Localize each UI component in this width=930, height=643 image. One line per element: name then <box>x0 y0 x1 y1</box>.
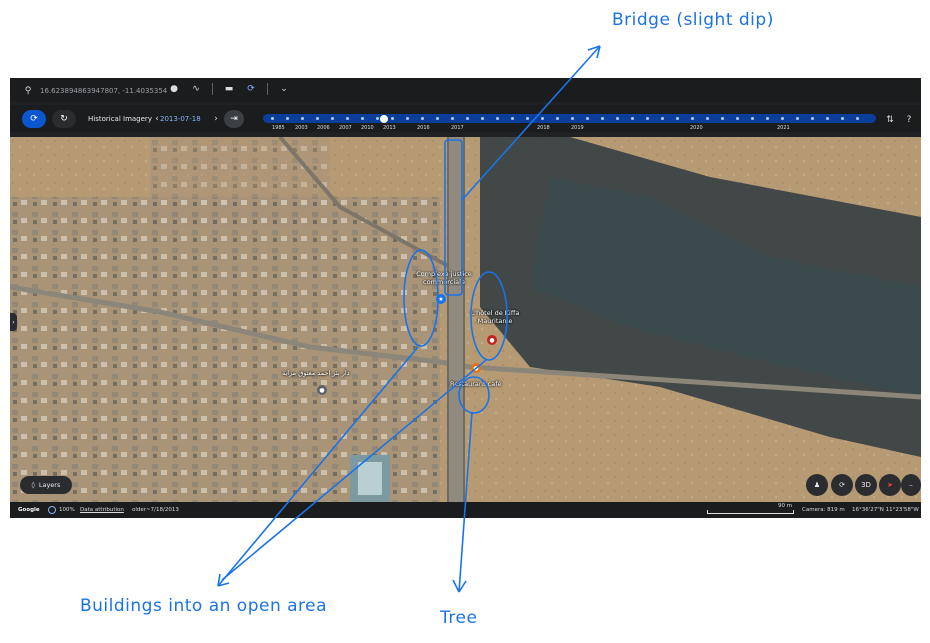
bridge-outline <box>444 139 463 296</box>
buildings-arrow-1 <box>217 346 419 587</box>
tree-ellipse <box>458 376 490 414</box>
open-area-ellipse <box>470 271 508 361</box>
tree-arrow <box>458 411 473 593</box>
annotation-overlay <box>217 45 601 593</box>
bridge-arrow <box>461 45 601 201</box>
buildings-ellipse <box>403 249 439 347</box>
buildings-arrow-2 <box>221 359 487 581</box>
